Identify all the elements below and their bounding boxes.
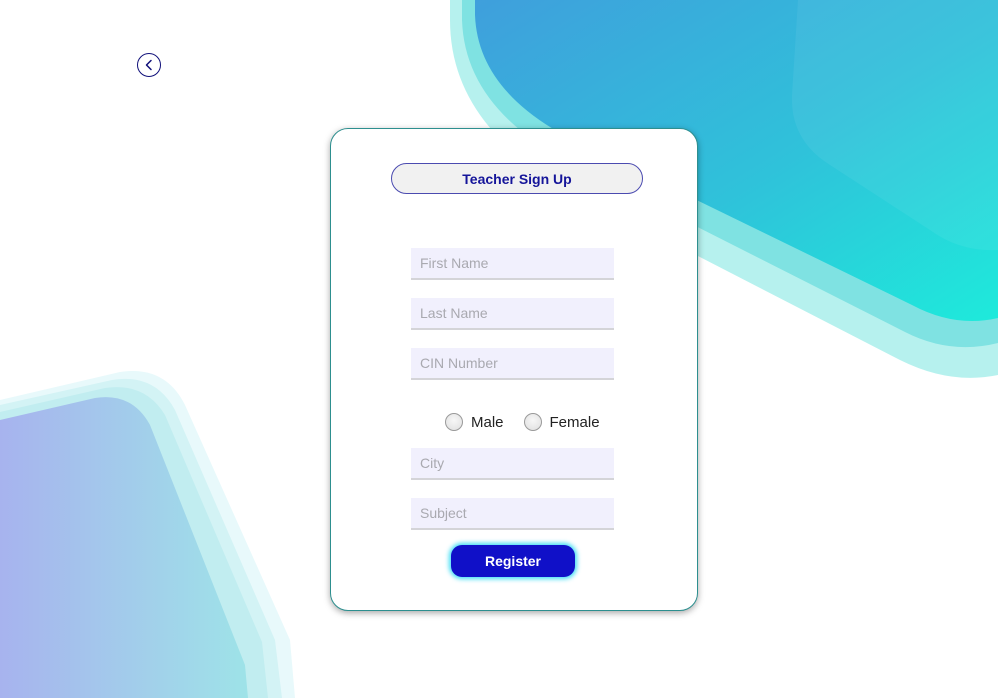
subject-input[interactable] <box>411 498 614 530</box>
register-button[interactable]: Register <box>451 545 575 577</box>
chevron-left-icon <box>145 59 152 71</box>
city-input[interactable] <box>411 448 614 480</box>
gender-radio-group: Male Female <box>445 413 620 431</box>
female-radio[interactable] <box>523 413 542 431</box>
male-radio[interactable] <box>445 413 463 431</box>
signup-card: Teacher Sign Up Male Female Register <box>330 128 698 611</box>
cin-number-input[interactable] <box>411 348 614 380</box>
back-button[interactable] <box>137 53 161 77</box>
male-label: Male <box>471 413 504 431</box>
form-title: Teacher Sign Up <box>391 163 643 194</box>
first-name-input[interactable] <box>411 248 614 280</box>
last-name-input[interactable] <box>411 298 614 330</box>
gender-option-female[interactable]: Female <box>523 413 600 431</box>
gender-option-male[interactable]: Male <box>445 413 504 431</box>
female-label: Female <box>549 413 600 431</box>
